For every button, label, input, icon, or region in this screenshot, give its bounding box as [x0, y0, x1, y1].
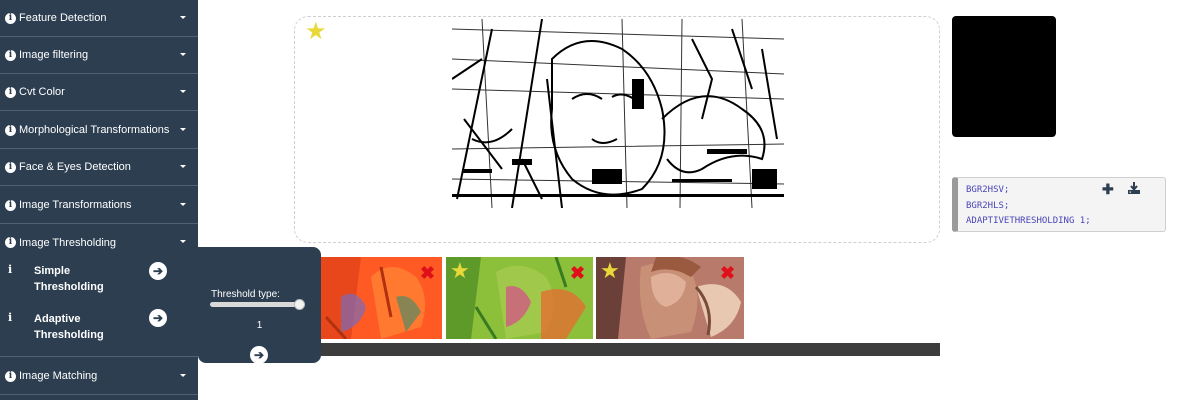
info-icon: i — [5, 49, 16, 61]
close-icon[interactable]: ✖ — [570, 264, 585, 282]
chevron-down-icon — [180, 128, 186, 131]
download-icon[interactable] — [1128, 182, 1140, 194]
plus-icon[interactable]: ✚ — [1102, 182, 1114, 196]
info-icon: i — [5, 86, 16, 98]
menu-item-image-filtering[interactable]: i Image filtering — [0, 37, 198, 74]
chevron-down-icon — [180, 374, 186, 377]
main-image — [452, 19, 784, 208]
info-icon: i — [8, 263, 13, 276]
threshold-type-label: Threshold type: — [211, 289, 280, 300]
info-icon: i — [5, 124, 16, 136]
menu-item-image-transformations[interactable]: i Image Transformations — [0, 187, 198, 224]
menu-item-label: Feature Detection — [19, 12, 107, 24]
threshold-slider-thumb[interactable] — [294, 299, 305, 310]
info-icon: i — [8, 311, 13, 324]
star-icon[interactable]: ★ — [600, 260, 620, 282]
divider — [0, 356, 198, 357]
threshold-value: 1 — [256, 320, 263, 331]
menu-item-image-matching[interactable]: i Image Matching — [0, 358, 198, 395]
menu-item-morphological[interactable]: i Morphological Transformations — [0, 112, 198, 149]
arrow-circle-right-icon[interactable]: ➔ — [250, 346, 268, 364]
star-icon[interactable]: ★ — [305, 20, 327, 44]
info-icon: i — [5, 370, 16, 382]
close-icon[interactable]: ✖ — [420, 264, 435, 282]
close-icon[interactable]: ✖ — [720, 264, 735, 282]
chevron-down-icon — [180, 16, 186, 19]
info-icon: i — [5, 199, 16, 211]
code-line: BGR2HLS; — [966, 200, 1010, 211]
menu-item-label: Image Matching — [19, 370, 98, 382]
scroll-bar[interactable] — [321, 343, 940, 356]
info-icon: i — [5, 237, 16, 248]
menu-item-label: Face & Eyes Detection — [19, 161, 131, 173]
arrow-circle-right-icon[interactable]: ➔ — [149, 262, 167, 280]
menu-item-label: Cvt Color — [19, 86, 65, 98]
arrow-circle-right-icon[interactable]: ➔ — [149, 309, 167, 327]
chevron-down-icon — [180, 90, 186, 93]
menu-item-cvt-color[interactable]: i Cvt Color — [0, 74, 198, 111]
info-icon: i — [5, 161, 16, 173]
menu-item-label: Morphological Transformations — [19, 124, 170, 136]
preview-image — [952, 16, 1056, 137]
threshold-popover: Threshold type: 1 ➔ — [198, 247, 321, 364]
menu-item-face-eyes[interactable]: i Face & Eyes Detection — [0, 149, 198, 186]
sidebar: i Feature Detection i Image filtering i … — [0, 0, 198, 400]
chevron-down-icon — [180, 240, 186, 243]
menu-item-image-thresholding[interactable]: i Image Thresholding — [0, 224, 198, 261]
chevron-down-icon — [180, 203, 186, 206]
submenu-label: Adaptive Thresholding — [34, 313, 104, 341]
chevron-down-icon — [180, 165, 186, 168]
menu-item-label: Image Thresholding — [19, 236, 117, 249]
menu-item-label: Image Transformations — [19, 199, 132, 211]
code-line: ADAPTIVETHRESHOLDING 1; — [966, 216, 1091, 226]
chevron-down-icon — [180, 53, 186, 56]
menu-item-feature-detection[interactable]: i Feature Detection — [0, 0, 198, 37]
submenu-adaptive-thresholding[interactable]: i Adaptive Thresholding ➔ — [0, 305, 198, 351]
threshold-slider-track[interactable] — [210, 302, 305, 307]
star-icon[interactable]: ★ — [450, 260, 470, 282]
menu-item-label: Image filtering — [19, 49, 89, 61]
submenu-label: Simple Thresholding — [34, 265, 104, 293]
info-icon: i — [5, 12, 16, 24]
submenu-simple-thresholding[interactable]: i Simple Thresholding ➔ — [0, 257, 198, 303]
